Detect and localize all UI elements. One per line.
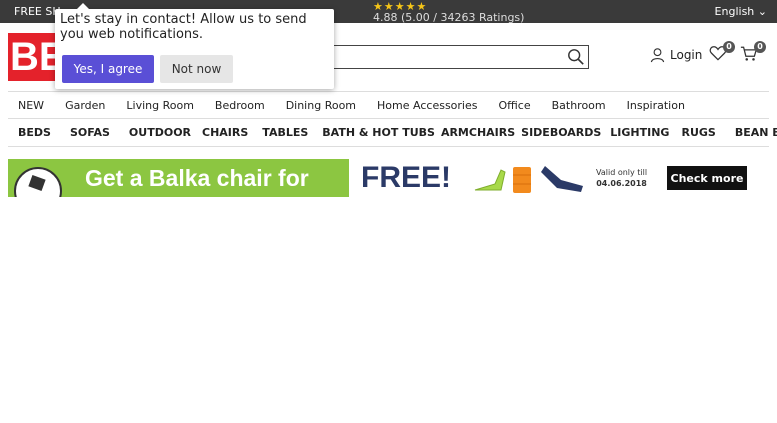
banner-free-text: FREE!: [361, 161, 451, 194]
agree-button[interactable]: Yes, I agree: [62, 55, 154, 83]
nav-item-new[interactable]: NEW: [18, 99, 44, 112]
category-sideboards[interactable]: SIDEBOARDS: [521, 126, 601, 139]
user-icon: [650, 48, 665, 63]
football-icon: [14, 167, 62, 197]
nav-item-bedroom[interactable]: Bedroom: [215, 99, 265, 112]
popup-message: Let's stay in contact! Allow us to send …: [60, 12, 307, 42]
category-sofas[interactable]: SOFAS: [70, 126, 110, 139]
balka-chairs-image: [474, 166, 583, 193]
login-link[interactable]: Login: [650, 47, 702, 63]
language-selector[interactable]: English ⌄: [715, 5, 767, 18]
nav-item-garden[interactable]: Garden: [65, 99, 105, 112]
check-more-button[interactable]: Check more: [667, 166, 747, 190]
cart-button[interactable]: 0: [740, 41, 766, 66]
category-chairs[interactable]: CHAIRS: [202, 126, 248, 139]
nav-item-dining-room[interactable]: Dining Room: [286, 99, 356, 112]
notification-permission-popup: Let's stay in contact! Allow us to send …: [55, 3, 334, 89]
cart-count-badge: 0: [754, 41, 766, 53]
category-bath-hot-tubs[interactable]: BATH & HOT TUBS: [322, 126, 435, 139]
promo-banner[interactable]: Get a Balka chair for FREE! Valid only t…: [8, 159, 749, 197]
valid-until-date: 04.06.2018: [596, 179, 647, 188]
login-label: Login: [670, 48, 703, 62]
category-beds[interactable]: BEDS: [18, 126, 51, 139]
search-input[interactable]: [307, 46, 557, 68]
category-bean-bags[interactable]: BEAN BAGS: [735, 126, 777, 139]
search-icon[interactable]: [567, 48, 585, 66]
banner-headline: Get a Balka chair for: [85, 165, 309, 191]
nav-item-office[interactable]: Office: [498, 99, 530, 112]
category-lighting[interactable]: LIGHTING: [610, 126, 669, 139]
category-armchairs[interactable]: ARMCHAIRS: [441, 126, 515, 139]
store-rating[interactable]: ★★★★★ 4.88 (5.00 / 34263 Ratings): [373, 1, 525, 24]
offer-validity: Valid only till 04.06.2018: [596, 167, 647, 189]
search-bar[interactable]: [300, 45, 589, 69]
category-nav: BEDS SOFAS OUTDOOR CHAIRS TABLES BATH & …: [8, 119, 777, 147]
wishlist-count-badge: 0: [723, 41, 735, 53]
nav-item-bathroom[interactable]: Bathroom: [552, 99, 606, 112]
nav-item-home-accessories[interactable]: Home Accessories: [377, 99, 477, 112]
nav-item-living-room[interactable]: Living Room: [126, 99, 194, 112]
valid-until-label: Valid only till: [596, 168, 648, 177]
not-now-button[interactable]: Not now: [160, 55, 233, 83]
category-rugs[interactable]: RUGS: [681, 126, 715, 139]
rating-text: 4.88 (5.00 / 34263 Ratings): [373, 11, 525, 24]
primary-nav: NEW Garden Living Room Bedroom Dining Ro…: [8, 91, 769, 119]
free-shipping-text: FREE SH: [14, 5, 61, 18]
language-label: English: [714, 5, 755, 18]
category-outdoor[interactable]: OUTDOOR: [129, 126, 191, 139]
nav-item-inspiration[interactable]: Inspiration: [627, 99, 685, 112]
chevron-down-icon: ⌄: [757, 5, 767, 18]
site-logo[interactable]: BE: [8, 33, 56, 81]
wishlist-button[interactable]: 0: [709, 41, 735, 65]
category-tables[interactable]: TABLES: [262, 126, 308, 139]
banner-green-panel: Get a Balka chair for: [8, 159, 349, 197]
